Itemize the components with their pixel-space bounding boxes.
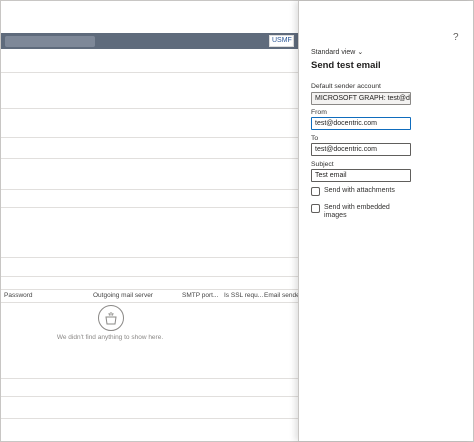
panel-title: Send test email [311, 60, 381, 71]
send-with-attachments-option[interactable]: Send with attachments [311, 187, 411, 197]
divider [1, 276, 298, 277]
view-selector-label: Standard view [311, 49, 356, 56]
column-header-smtp-port[interactable]: SMTP port... [182, 292, 218, 299]
company-selector[interactable]: USMF | G [269, 35, 294, 47]
divider [1, 189, 298, 190]
from-label: From [311, 109, 327, 116]
divider [1, 137, 298, 138]
divider [1, 418, 298, 419]
top-search-box[interactable] [5, 36, 95, 47]
subject-label: Subject [311, 161, 334, 168]
chevron-down-icon: ⌄ [357, 49, 364, 56]
column-header-ssl-required[interactable]: Is SSL requ... [224, 292, 263, 299]
help-icon[interactable]: ? [453, 32, 459, 43]
divider [1, 396, 298, 397]
default-sender-field: MICROSOFT GRAPH: test@d... [311, 92, 411, 105]
from-field[interactable]: test@docentric.com [311, 117, 411, 130]
to-field[interactable]: test@docentric.com [311, 143, 411, 156]
send-with-embedded-images-checkbox[interactable] [311, 204, 320, 213]
column-header-outgoing-mail-server[interactable]: Outgoing mail server [93, 292, 153, 299]
empty-state-message: We didn't find anything to show here. [56, 334, 164, 341]
view-selector[interactable]: Standard view ⌄ [311, 48, 363, 56]
send-with-embedded-images-option[interactable]: Send with embedded images [311, 204, 411, 222]
divider [1, 302, 298, 303]
column-header-email-sender[interactable]: Email sende [264, 292, 300, 299]
divider [1, 158, 298, 159]
divider [1, 207, 298, 208]
send-test-email-panel: ? Standard view ⌄ Send test email Default… [298, 1, 473, 441]
send-with-embedded-images-label: Send with embedded images [324, 204, 390, 219]
app-top-bar: USMF | G [1, 33, 298, 49]
divider [1, 72, 298, 73]
divider [1, 257, 298, 258]
divider [1, 289, 298, 290]
empty-state-icon [98, 305, 124, 331]
send-with-attachments-label: Send with attachments [324, 187, 395, 194]
send-with-attachments-checkbox[interactable] [311, 187, 320, 196]
column-header-password[interactable]: Password [4, 292, 33, 299]
to-label: To [311, 135, 319, 142]
divider [1, 378, 298, 379]
default-sender-label: Default sender account [311, 83, 381, 90]
divider [1, 108, 298, 109]
grid-header: Password Outgoing mail server SMTP port.… [1, 292, 300, 302]
subject-field[interactable]: Test email [311, 169, 411, 182]
